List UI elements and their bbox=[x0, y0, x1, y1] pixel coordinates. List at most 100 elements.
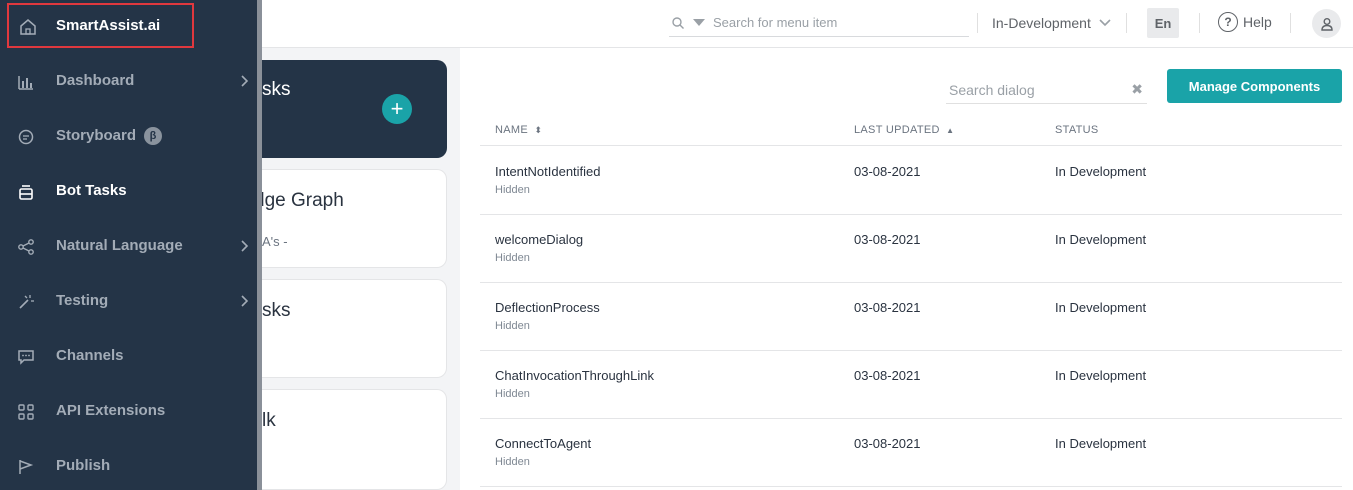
beta-badge: β bbox=[144, 127, 163, 146]
sidebar-item-text: Storyboard bbox=[56, 127, 137, 144]
divider bbox=[1290, 13, 1291, 33]
last-updated: 03-08-2021 bbox=[854, 164, 921, 179]
sidebar-item-api-extensions[interactable]: API Extensions bbox=[0, 391, 257, 431]
dialog-name[interactable]: DeflectionProcess bbox=[495, 300, 600, 315]
share-nodes-icon bbox=[18, 239, 34, 255]
divider bbox=[1126, 13, 1127, 33]
sidebar-item-storyboard[interactable]: Storyboard β bbox=[0, 116, 257, 156]
last-updated: 03-08-2021 bbox=[854, 300, 921, 315]
brand-home-link[interactable]: SmartAssist.ai bbox=[7, 3, 194, 48]
last-updated: 03-08-2021 bbox=[854, 232, 921, 247]
sidebar-item-label: Testing bbox=[56, 292, 109, 309]
task-card-tasks[interactable]: sks bbox=[262, 279, 447, 378]
dialog-name[interactable]: welcomeDialog bbox=[495, 232, 583, 247]
menu-search[interactable] bbox=[669, 9, 969, 37]
user-icon bbox=[1320, 17, 1333, 31]
storyboard-icon bbox=[18, 129, 34, 145]
sidebar-item-publish[interactable]: Publish bbox=[0, 446, 257, 486]
sidebar-item-bot-tasks[interactable]: Bot Tasks bbox=[0, 171, 257, 211]
close-icon[interactable]: ✖ bbox=[1131, 81, 1143, 98]
task-card-knowledge-graph[interactable]: dge Graph A's - bbox=[254, 169, 447, 268]
sort-icon: ⬍ bbox=[534, 125, 543, 135]
visibility-label: Hidden bbox=[495, 252, 530, 264]
chevron-right-icon bbox=[241, 75, 249, 87]
column-header-name[interactable]: NAME ⬍ bbox=[495, 124, 542, 136]
column-header-status[interactable]: STATUS bbox=[1055, 124, 1099, 136]
table-row[interactable]: ConnectToAgent Hidden 03-08-2021 In Deve… bbox=[480, 419, 1342, 487]
card-subtitle: A's - bbox=[262, 234, 288, 249]
search-icon bbox=[672, 16, 684, 29]
environment-label: In-Development bbox=[992, 15, 1091, 31]
card-title: sks bbox=[262, 79, 291, 100]
sort-ascending-icon: ▲ bbox=[946, 126, 955, 135]
dialog-name[interactable]: ConnectToAgent bbox=[495, 436, 591, 451]
sidebar-item-label: Natural Language bbox=[56, 237, 183, 254]
bar-chart-icon bbox=[18, 76, 33, 90]
card-title: dge Graph bbox=[254, 190, 344, 211]
visibility-label: Hidden bbox=[495, 320, 530, 332]
help-link[interactable]: ? Help bbox=[1218, 12, 1272, 32]
sidebar-nav: SmartAssist.ai Dashboard Storyboard β Bot… bbox=[0, 0, 262, 490]
column-header-last-updated[interactable]: LAST UPDATED ▲ bbox=[854, 124, 954, 136]
sidebar-item-label: API Extensions bbox=[56, 402, 166, 419]
sidebar-item-dashboard[interactable]: Dashboard bbox=[0, 61, 257, 101]
visibility-label: Hidden bbox=[495, 184, 530, 196]
chevron-down-icon bbox=[1099, 19, 1111, 27]
column-label: STATUS bbox=[1055, 124, 1099, 136]
status: In Development bbox=[1055, 300, 1147, 315]
table-row[interactable]: IntentNotIdentified Hidden 03-08-2021 In… bbox=[480, 147, 1342, 215]
status: In Development bbox=[1055, 436, 1147, 451]
status: In Development bbox=[1055, 368, 1147, 383]
dialog-name[interactable]: ChatInvocationThroughLink bbox=[495, 368, 654, 383]
visibility-label: Hidden bbox=[495, 456, 530, 468]
dialog-list-panel: ✖ Manage Components NAME ⬍ LAST UPDATED … bbox=[460, 48, 1353, 490]
home-icon bbox=[20, 19, 36, 35]
flag-icon bbox=[19, 460, 34, 474]
sidebar-item-channels[interactable]: Channels bbox=[0, 336, 257, 376]
bot-tasks-icon bbox=[19, 185, 33, 200]
brand-name: SmartAssist.ai bbox=[56, 17, 161, 34]
task-card-dialog[interactable]: sks + bbox=[262, 60, 447, 158]
sidebar-scrollbar[interactable] bbox=[257, 0, 262, 490]
add-icon[interactable]: + bbox=[382, 94, 412, 124]
table-row[interactable]: ChatInvocationThroughLink Hidden 03-08-2… bbox=[480, 351, 1342, 419]
chat-icon bbox=[18, 350, 34, 365]
sidebar-item-label: Channels bbox=[56, 347, 124, 364]
caret-down-icon[interactable] bbox=[693, 19, 705, 26]
sidebar-item-natural-language[interactable]: Natural Language bbox=[0, 226, 257, 266]
visibility-label: Hidden bbox=[495, 388, 530, 400]
task-card-small-talk[interactable]: lk bbox=[262, 389, 447, 490]
card-title: lk bbox=[262, 410, 276, 431]
chevron-right-icon bbox=[241, 240, 249, 252]
task-category-panel: sks + dge Graph A's - sks lk bbox=[254, 48, 460, 490]
sidebar-item-label: Storyboard β bbox=[56, 127, 163, 146]
help-label: Help bbox=[1243, 14, 1272, 30]
status: In Development bbox=[1055, 164, 1147, 179]
divider bbox=[977, 13, 978, 33]
language-button[interactable]: En bbox=[1147, 8, 1179, 38]
dialog-name[interactable]: IntentNotIdentified bbox=[495, 164, 601, 179]
table-row[interactable]: DeflectionProcess Hidden 03-08-2021 In D… bbox=[480, 283, 1342, 351]
chevron-right-icon bbox=[241, 295, 249, 307]
table-header: NAME ⬍ LAST UPDATED ▲ STATUS bbox=[480, 124, 1342, 146]
sidebar-item-label: Dashboard bbox=[56, 72, 135, 89]
table-row[interactable]: welcomeDialog Hidden 03-08-2021 In Devel… bbox=[480, 215, 1342, 283]
card-title: sks bbox=[262, 300, 291, 321]
menu-search-input[interactable] bbox=[713, 15, 953, 30]
manage-components-button[interactable]: Manage Components bbox=[1167, 69, 1342, 103]
sidebar-item-label: Bot Tasks bbox=[56, 182, 127, 199]
sidebar-item-label: Publish bbox=[56, 457, 111, 474]
environment-selector[interactable]: In-Development bbox=[992, 15, 1111, 31]
grid-icon bbox=[18, 404, 34, 420]
magic-wand-icon bbox=[19, 295, 34, 309]
sidebar-item-testing[interactable]: Testing bbox=[0, 281, 257, 321]
dialog-search[interactable]: ✖ bbox=[946, 76, 1147, 104]
last-updated: 03-08-2021 bbox=[854, 436, 921, 451]
dialog-search-input[interactable] bbox=[946, 81, 1126, 98]
divider bbox=[1199, 13, 1200, 33]
status: In Development bbox=[1055, 232, 1147, 247]
column-label: LAST UPDATED bbox=[854, 124, 940, 136]
question-icon: ? bbox=[1218, 12, 1238, 32]
column-label: NAME bbox=[495, 124, 528, 136]
user-avatar[interactable] bbox=[1312, 9, 1341, 38]
